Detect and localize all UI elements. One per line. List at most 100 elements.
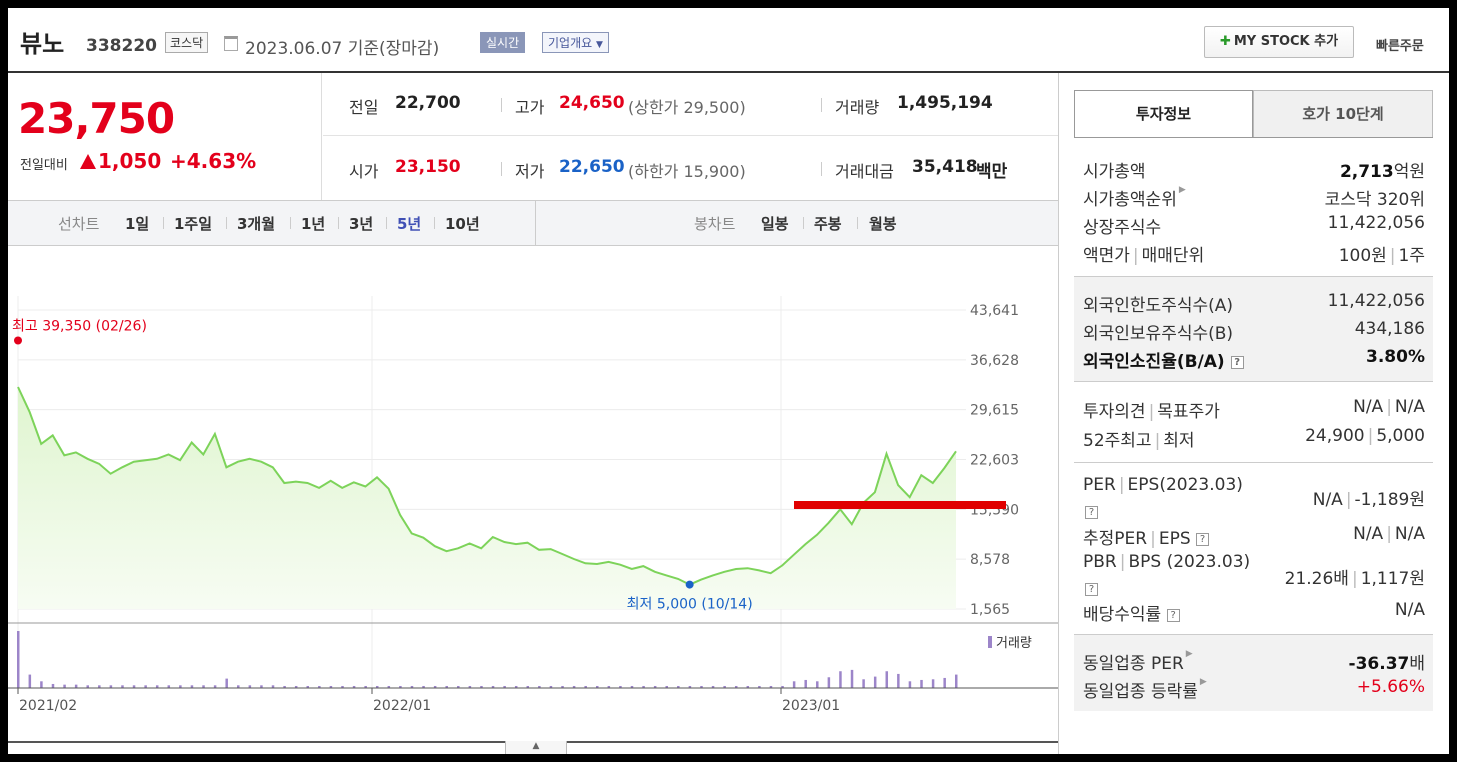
- tab-3months[interactable]: 3개월: [237, 213, 275, 234]
- volume-label: 거래량: [835, 98, 880, 117]
- divider: |: [1386, 397, 1392, 417]
- chevron-down-icon: ▼: [596, 40, 603, 50]
- y-tick-label: 1,565: [970, 602, 1010, 618]
- divider: [501, 98, 502, 112]
- collapse-toggle[interactable]: ▲: [505, 741, 567, 754]
- divider: |: [1132, 246, 1139, 266]
- volume-bar: [17, 631, 20, 688]
- pbr-bps-label: PBR | BPS (2023.03): [1083, 552, 1250, 572]
- est-per-value: N/A: [1353, 524, 1384, 544]
- annotation-red-line: [794, 501, 1006, 509]
- divider: [821, 162, 822, 176]
- quick-order-link[interactable]: 빠른주문: [1376, 35, 1424, 54]
- divider: |: [1367, 426, 1374, 446]
- x-tick-label: 2022/01: [373, 698, 431, 714]
- mcap-number: 2,713: [1339, 162, 1394, 182]
- volume-bar: [63, 684, 66, 688]
- trade-value-unit: 백만: [976, 162, 1008, 182]
- tab-1day[interactable]: 1일: [125, 213, 149, 234]
- low-label: 저가: [515, 162, 545, 181]
- bps-label: BPS (2023.03): [1128, 552, 1251, 572]
- foreign-ratio-value: 3.80%: [1366, 347, 1425, 367]
- face-value: 100원: [1338, 246, 1387, 266]
- foreign-hold-label: 외국인보유주식수(B): [1083, 324, 1234, 344]
- divider: [821, 98, 822, 112]
- help-icon[interactable]: ?: [1166, 608, 1180, 622]
- tab-1week[interactable]: 1주일: [174, 213, 212, 234]
- high-point: [14, 336, 22, 345]
- volume-legend-swatch: [988, 636, 992, 648]
- help-icon[interactable]: ?: [1085, 506, 1098, 519]
- pbr-help: ?: [1085, 579, 1098, 598]
- volume-bar: [225, 678, 228, 688]
- divider: [290, 217, 291, 229]
- mcap-label: 시가총액: [1083, 162, 1146, 182]
- tab-10years[interactable]: 10년: [445, 213, 480, 234]
- shares-value: 11,422,056: [1327, 213, 1425, 233]
- volume-bar: [74, 684, 78, 688]
- mcap-rank-link[interactable]: 시가총액순위 ▶: [1083, 185, 1186, 210]
- tab-5years[interactable]: 5년: [397, 213, 421, 234]
- divider: [226, 217, 227, 229]
- volume-bar: [862, 679, 865, 688]
- y-tick-label: 43,641: [970, 303, 1019, 319]
- face-unit-value: 100원 | 1주: [1288, 241, 1425, 266]
- divider: [501, 162, 502, 176]
- per-eps-label: PER | EPS(2023.03): [1083, 475, 1243, 495]
- tabs-divider: [535, 201, 536, 245]
- add-mystock-button[interactable]: ✚ MY STOCK 추가: [1204, 26, 1354, 58]
- ind-per-unit: 배: [1409, 654, 1425, 674]
- foreign-hold-value: 434,186: [1354, 319, 1425, 339]
- ind-per-link[interactable]: 동일업종 PER ▶: [1083, 649, 1193, 674]
- tab-weekly[interactable]: 주봉: [814, 213, 842, 234]
- ind-chg-link[interactable]: 동일업종 등락률 ▶: [1083, 677, 1207, 702]
- volume-bar: [897, 673, 900, 688]
- volume-bar: [931, 679, 935, 688]
- help-icon[interactable]: ?: [1085, 583, 1098, 596]
- price-chart[interactable]: 43,64136,62829,61522,60315,5908,5781,565…: [8, 246, 1058, 741]
- current-price: 23,750: [18, 94, 175, 143]
- low-point: [685, 580, 694, 589]
- tab-invest-info[interactable]: 투자정보: [1074, 90, 1253, 138]
- est-per-label-row: 추정PER | EPS ?: [1083, 524, 1210, 549]
- open-value: 23,150: [395, 157, 461, 177]
- opinion-target-label: 투자의견 | 목표주가: [1083, 397, 1220, 422]
- tab-3years[interactable]: 3년: [349, 213, 373, 234]
- tab-daily[interactable]: 일봉: [761, 213, 789, 234]
- divider: [857, 217, 858, 229]
- volume-bar: [804, 679, 807, 688]
- est-eps-value: N/A: [1394, 524, 1425, 544]
- divider: [434, 217, 435, 229]
- divider: |: [1351, 569, 1358, 589]
- panel-divider: [1058, 73, 1059, 754]
- divider: |: [1386, 524, 1392, 544]
- est-eps-label: EPS: [1158, 529, 1191, 549]
- volume-bar: [40, 681, 43, 688]
- divider: [803, 217, 804, 229]
- x-tick-label: 2021/02: [19, 698, 77, 714]
- stock-name: 뷰노: [20, 30, 65, 58]
- eps-value: -1,189원: [1354, 490, 1425, 510]
- bps-value: 1,117원: [1360, 569, 1425, 589]
- company-info-dropdown[interactable]: 기업개요 ▼: [542, 32, 609, 53]
- tab-order-book[interactable]: 호가 10단계: [1253, 90, 1433, 138]
- per-label: PER: [1083, 475, 1116, 495]
- tab-monthly[interactable]: 월봉: [869, 213, 897, 234]
- div-label: 배당수익률: [1083, 605, 1162, 625]
- divider: [386, 217, 387, 229]
- ind-per-label: 동일업종 PER: [1083, 654, 1184, 674]
- target-label: 목표주가: [1157, 402, 1220, 422]
- divider: |: [1148, 402, 1155, 422]
- y-tick-label: 29,615: [970, 403, 1019, 419]
- tab-1year[interactable]: 1년: [301, 213, 325, 234]
- help-icon[interactable]: ?: [1230, 355, 1244, 369]
- div-value: N/A: [1394, 600, 1425, 620]
- realtime-button[interactable]: 실시간: [480, 32, 526, 53]
- mcap-unit: 억원: [1393, 162, 1425, 182]
- divider: |: [1150, 529, 1156, 549]
- divider: |: [1119, 552, 1126, 572]
- prev-value: 22,700: [395, 93, 461, 113]
- y-tick-label: 22,603: [970, 453, 1019, 469]
- help-icon[interactable]: ?: [1196, 532, 1210, 546]
- w52-value: 24,900 | 5,000: [1258, 426, 1425, 446]
